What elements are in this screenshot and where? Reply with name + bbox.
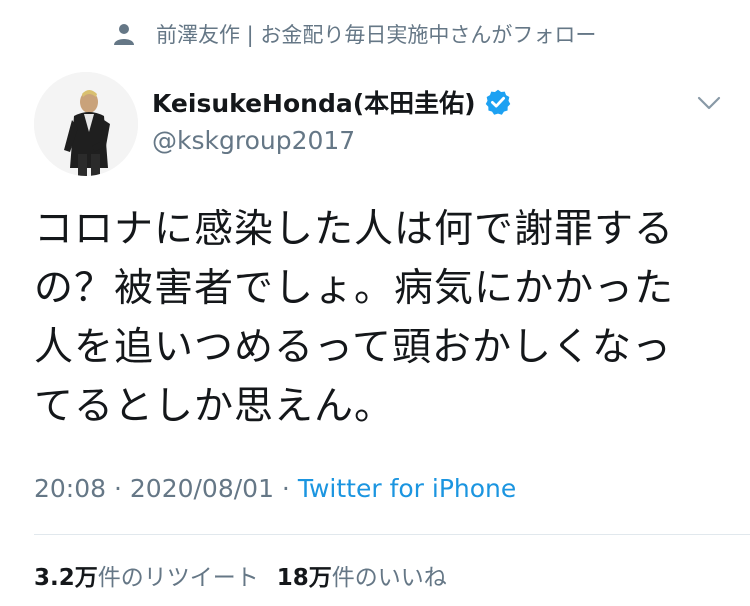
retweet-count[interactable]: 3.2万件のリツイート [34,558,259,592]
divider [34,534,750,535]
tweet-meta: 20:08 · 2020/08/01 · Twitter for iPhone [34,474,516,503]
like-count-number: 18万 [276,565,332,591]
verified-badge-icon [484,88,512,116]
social-context-text: 前澤友作 | お金配り毎日実施中さんがフォロー [156,23,597,47]
retweet-count-number: 3.2万 [34,565,98,591]
person-icon [112,22,136,46]
tweet-text: コロナに感染した人は何で謝罪する の？被害者でしょ。病気にかかった 人を追いつめ… [34,200,724,436]
tweet-time[interactable]: 20:08 [34,474,106,503]
display-name[interactable]: KeisukeHonda(本田圭佑) [152,84,512,120]
tweet-line: てるとしか思えん。 [34,384,395,429]
avatar[interactable] [34,72,138,176]
meta-separator: · [273,474,298,503]
like-count-label: 件のいいね [331,565,447,591]
chevron-down-icon[interactable] [695,93,723,113]
user-handle[interactable]: @kskgroup2017 [152,126,355,155]
tweet-source-link[interactable]: Twitter for iPhone [298,474,516,503]
tweet-line: の？被害者でしょ。病気にかかった [34,266,675,311]
social-context[interactable]: 前澤友作 | お金配り毎日実施中さんがフォロー [112,18,596,50]
meta-separator: · [106,474,130,503]
tweet-date[interactable]: 2020/08/01 [130,474,274,503]
display-name-text: KeisukeHonda(本田圭佑) [152,89,476,118]
retweet-count-label: 件のリツイート [97,565,259,591]
tweet-line: コロナに感染した人は何で謝罪する [34,207,675,252]
tweet-stats: 3.2万件のリツイート 18万件のいいね [34,558,465,592]
tweet-line: 人を追いつめるって頭おかしくなっ [34,325,673,370]
like-count[interactable]: 18万件のいいね [277,558,447,592]
